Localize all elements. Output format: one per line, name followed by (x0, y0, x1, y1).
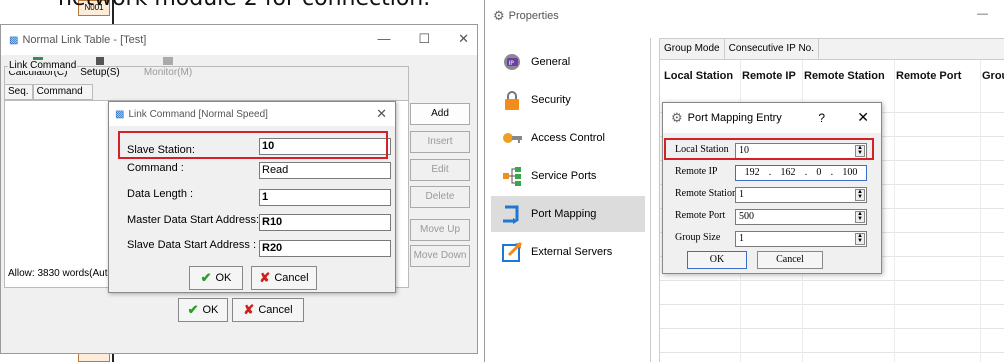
port-mapping-icon (501, 203, 523, 225)
nav-service-ports[interactable]: Service Ports (491, 158, 645, 194)
remote-port-label: Remote Port (675, 210, 726, 221)
add-button[interactable]: Add (410, 103, 470, 125)
nav-general[interactable]: IP General (491, 44, 645, 80)
cross-icon: ✘ (243, 302, 255, 317)
spinner-icon[interactable]: ▲ ▼ (855, 233, 865, 245)
column-command[interactable]: Command (32, 84, 93, 100)
move-down-button[interactable]: Move Down (410, 245, 470, 267)
remote-port-field[interactable]: 500 ▲ ▼ (735, 209, 867, 225)
nav-port-mapping[interactable]: Port Mapping (491, 196, 645, 232)
table-col-divider (894, 60, 895, 362)
app-icon: ▩ (9, 34, 19, 46)
check-icon: ✔ (200, 270, 212, 285)
close-button[interactable]: ✕ (458, 31, 469, 47)
table-col-divider (980, 60, 981, 362)
link-table-cancel-button[interactable]: ✘ Cancel (232, 298, 304, 322)
remote-ip-field[interactable]: 192 . 162 . 0 . 100 (735, 165, 867, 181)
check-icon: ✔ (187, 302, 199, 317)
command-select[interactable]: Read (259, 162, 391, 179)
minimize-button[interactable]: — (377, 31, 390, 47)
lock-icon (501, 89, 523, 111)
move-up-button[interactable]: Move Up (410, 219, 470, 241)
service-ports-icon (501, 165, 523, 187)
master-start-field[interactable]: R10 (259, 214, 391, 231)
table-row (660, 280, 1004, 281)
pme-close-button[interactable]: ✕ (857, 109, 869, 126)
link-command-legend: Link Command (8, 60, 78, 71)
group-mode-label: Group Mode (660, 39, 725, 59)
pme-gear-icon: ⚙ (671, 110, 683, 125)
general-icon: IP (501, 51, 523, 73)
col-remote-ip[interactable]: Remote IP (738, 66, 800, 86)
allow-words-text: Allow: 3830 words(Auto (8, 268, 114, 279)
dialog-close-button[interactable]: ✕ (376, 106, 387, 122)
remote-station-label: Remote Station (675, 188, 737, 199)
col-local-station[interactable]: Local Station (660, 66, 738, 86)
help-button[interactable]: ? (818, 111, 825, 125)
monitor-icon (163, 57, 173, 65)
key-icon (501, 127, 523, 149)
link-table-ok-button[interactable]: ✔ OK (178, 298, 228, 322)
table-row (660, 328, 1004, 329)
nav-security[interactable]: Security (491, 82, 645, 118)
master-start-label: Master Data Start Address: (127, 214, 260, 226)
dialog-title: Link Command [Normal Speed] (128, 108, 268, 120)
properties-titlebar: ⚙ Properties (485, 0, 1004, 32)
svg-text:IP: IP (509, 60, 515, 67)
external-servers-icon (501, 241, 523, 263)
dialog-titlebar: ▩ Link Command [Normal Speed] (109, 102, 395, 126)
table-row (660, 304, 1004, 305)
slave-station-highlight (118, 131, 388, 159)
properties-title: Properties (508, 10, 559, 22)
group-size-field[interactable]: 1 ▲ ▼ (735, 231, 867, 247)
edit-button[interactable]: Edit (410, 159, 470, 181)
pme-ok-button[interactable]: OK (687, 251, 747, 269)
local-station-highlight (664, 138, 874, 160)
pme-title: Port Mapping Entry (687, 112, 782, 124)
app-icon: ▩ (115, 108, 125, 120)
column-seq[interactable]: Seq. (4, 84, 33, 100)
col-remote-port[interactable]: Remote Port (892, 66, 978, 86)
command-label: Command : (127, 162, 184, 174)
dialog-ok-button[interactable]: ✔ OK (189, 266, 243, 290)
col-remote-station[interactable]: Remote Station (800, 66, 892, 86)
insert-button[interactable]: Insert (410, 131, 470, 153)
pme-titlebar: ⚙ Port Mapping Entry (663, 103, 881, 133)
properties-gear-icon: ⚙ (493, 8, 505, 23)
table-row (660, 352, 1004, 353)
spinner-icon[interactable]: ▲ ▼ (855, 211, 865, 223)
port-mapping-entry-dialog: ⚙ Port Mapping Entry ? ✕ Local Station 1… (662, 102, 882, 274)
pme-cancel-button[interactable]: Cancel (757, 251, 823, 269)
remote-station-field[interactable]: 1 ▲ ▼ (735, 187, 867, 203)
delete-button[interactable]: Delete (410, 186, 470, 208)
group-size-label: Group Size (675, 232, 721, 243)
maximize-button[interactable]: ☐ (418, 31, 430, 47)
col-group[interactable]: Grou (978, 66, 1004, 86)
grid-header: Seq. Command (4, 84, 93, 100)
remote-ip-label: Remote IP (675, 166, 718, 177)
slave-start-label: Slave Data Start Address : (127, 239, 257, 251)
nav-external-servers[interactable]: External Servers (491, 234, 645, 270)
group-mode-bar: Group Mode Consecutive IP No. (659, 38, 1004, 60)
group-mode-value[interactable]: Consecutive IP No. (725, 39, 820, 59)
window-title: Normal Link Table - [Test] (22, 34, 147, 46)
window-controls: — ☐ ✕ (377, 31, 469, 47)
setup-icon (96, 57, 104, 65)
properties-minimize-button[interactable]: — (977, 8, 988, 20)
data-length-label: Data Length : (127, 188, 194, 200)
cross-icon: ✘ (259, 270, 271, 285)
data-length-field[interactable]: 1 (259, 189, 391, 206)
port-mapping-table-header: Local Station Remote IP Remote Station R… (660, 66, 1004, 86)
spinner-icon[interactable]: ▲ ▼ (855, 189, 865, 201)
nav-access-control[interactable]: Access Control (491, 120, 645, 156)
properties-nav: IP General Security Access Control Servi… (485, 38, 651, 362)
link-command-dialog: ▩ Link Command [Normal Speed] ✕ Slave St… (108, 101, 396, 293)
caption-text: network module 2 for connection. (58, 0, 430, 11)
dialog-cancel-button[interactable]: ✘ Cancel (251, 266, 317, 290)
slave-start-field[interactable]: R20 (259, 240, 391, 257)
